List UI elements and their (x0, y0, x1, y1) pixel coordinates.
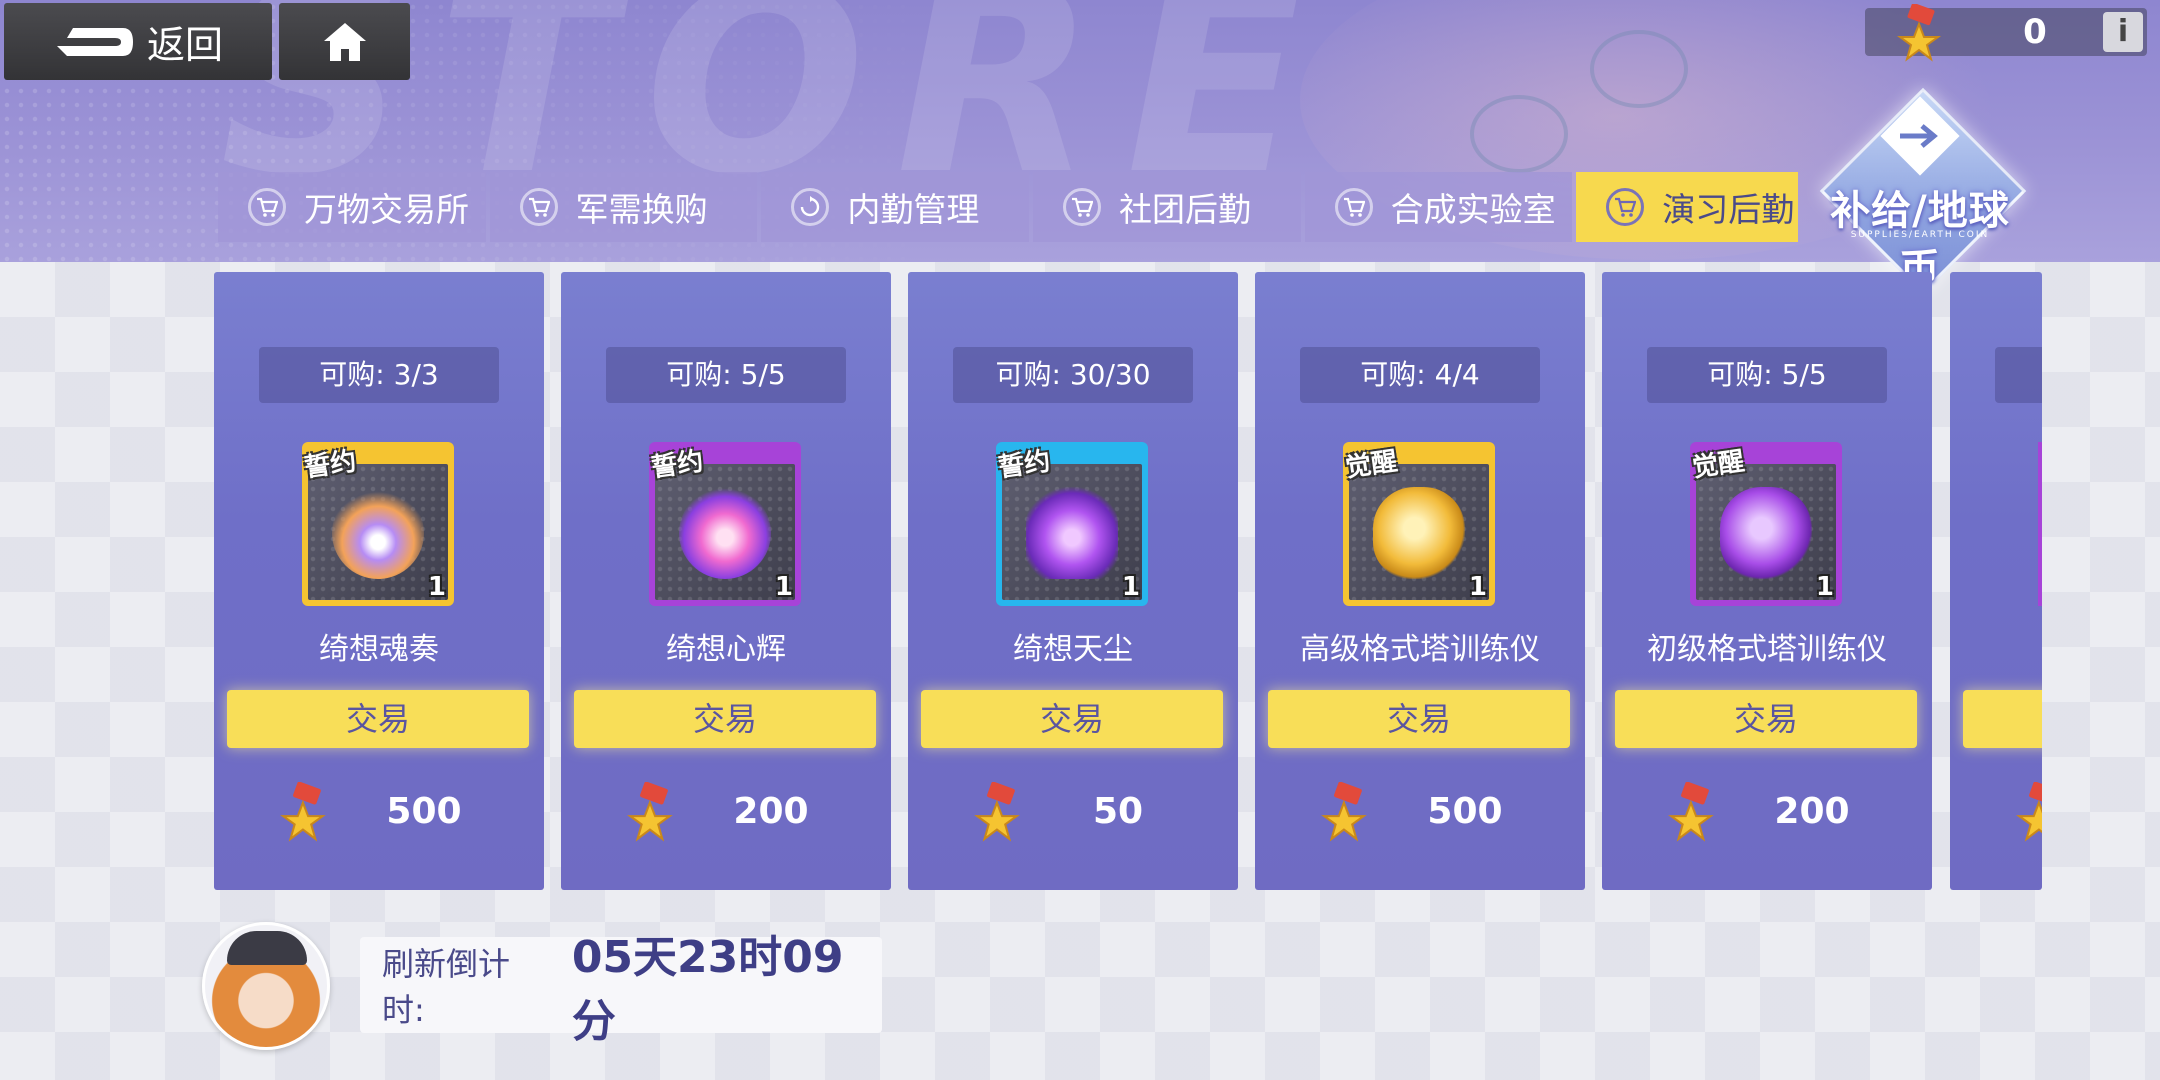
refresh-countdown: 刷新倒计时: 05天23时09分 (360, 932, 882, 1047)
badge-subtitle: SUPPLIES/EARTH COIN (1850, 230, 1990, 240)
purchase-limit: 可购: 30/30 (953, 347, 1193, 403)
tab-all-goods-exchange[interactable]: 万物交易所 (218, 172, 486, 242)
item-name: 绮想天尘 (1013, 632, 1133, 667)
tab-label: 演习后勤 (1662, 190, 1795, 229)
tab-label: 社团后勤 (1118, 190, 1251, 229)
item-tag: 誓约 (302, 446, 359, 484)
medal-icon (1668, 782, 1714, 842)
trade-button[interactable]: 交易 (1615, 690, 1917, 748)
tab-label: 合成实验室 (1390, 190, 1556, 229)
tab-label: 军需换购 (575, 190, 708, 229)
home-button[interactable] (279, 3, 410, 80)
item-name: 绮想心辉 (666, 632, 786, 667)
item-name: 高级格式塔训练仪 (1300, 632, 1540, 667)
purchase-limit: 可购: 3/3 (259, 347, 499, 403)
cart-icon (248, 188, 286, 226)
item-tag: 觉醒 (1690, 446, 1747, 484)
item-price: 50 (1092, 791, 1144, 832)
item-count: 1 (1468, 572, 1487, 602)
purple-trainer-icon (1720, 487, 1812, 579)
trade-button[interactable]: 交易 (574, 690, 876, 748)
tab-synthesis-lab[interactable]: 合成实验室 (1304, 172, 1573, 242)
item-name: 初级格式塔训练仪 (1647, 632, 1887, 667)
purchase-limit: 可购: 5/5 (606, 347, 846, 403)
back-button[interactable]: 返回 (4, 3, 272, 80)
category-tabs: 万物交易所 军需换购 内勤管理 社团后勤 合成实验室 演习后勤 (218, 172, 1798, 242)
purchase-limit: 可购: 4/4 (1300, 347, 1540, 403)
item-icon-frame[interactable]: 誓约 1 (302, 442, 454, 606)
tab-club-logistics[interactable]: 社团后勤 (1032, 172, 1301, 242)
shop-item-card: 可购: 30/30 誓约 1 绮想天尘 交易 50 (908, 272, 1238, 890)
medal-icon (280, 782, 326, 842)
item-price: 200 (733, 791, 809, 832)
back-label: 返回 (146, 23, 223, 67)
back-arrow-icon (56, 27, 133, 56)
stardust-icon (1026, 487, 1118, 579)
shop-item-card-partial (1950, 272, 2042, 890)
trade-button[interactable]: 交易 (1268, 690, 1570, 748)
currency-bar: 0 i (1865, 4, 2147, 62)
purchase-limit: 可购: 5/5 (1647, 347, 1887, 403)
item-icon-frame[interactable]: 觉醒 1 (1343, 442, 1495, 606)
shop-item-card: 可购: 5/5 觉醒 1 初级格式塔训练仪 交易 200 (1602, 272, 1932, 890)
medal-icon (1897, 4, 1942, 62)
trade-button[interactable]: 交易 (227, 690, 529, 748)
trade-button[interactable]: 交易 (921, 690, 1223, 748)
home-icon (323, 22, 366, 61)
tab-label: 万物交易所 (304, 190, 469, 229)
arrow-right-icon (1900, 124, 1938, 148)
trade-button[interactable] (1963, 690, 2042, 748)
item-count: 1 (1121, 572, 1140, 602)
tab-exercise-logistics[interactable]: 演习后勤 (1576, 172, 1798, 242)
item-icon-frame (2038, 442, 2042, 606)
shop-item-card: 可购: 4/4 觉醒 1 高级格式塔训练仪 交易 500 (1255, 272, 1585, 890)
tab-label: 内勤管理 (847, 190, 980, 229)
medal-icon (2016, 782, 2042, 842)
heart-crystal-icon (679, 487, 771, 579)
item-price: 500 (386, 791, 462, 832)
item-tag: 誓约 (996, 446, 1053, 484)
cart-icon (519, 188, 558, 226)
item-count: 1 (774, 572, 793, 602)
item-icon-frame[interactable]: 觉醒 1 (1690, 442, 1842, 606)
cart-icon (1606, 188, 1645, 226)
item-name: 绮想魂奏 (319, 632, 439, 667)
gold-trainer-icon (1373, 487, 1465, 579)
cart-icon (1062, 188, 1101, 226)
shop-item-card: 可购: 3/3 誓约 1 绮想魂奏 交易 500 (214, 272, 544, 890)
shop-item-card: 可购: 5/5 誓约 1 绮想心辉 交易 200 (561, 272, 891, 890)
info-button[interactable]: i (2103, 12, 2143, 52)
refresh-icon (791, 188, 830, 226)
medal-icon (974, 782, 1020, 842)
medal-icon (1321, 782, 1367, 842)
character-eye (1470, 95, 1568, 173)
item-count: 1 (1815, 572, 1834, 602)
item-tag: 誓约 (649, 446, 706, 484)
item-icon-frame[interactable]: 誓约 1 (649, 442, 801, 606)
character-avatar[interactable] (202, 922, 330, 1050)
currency-value: 0 (2023, 12, 2047, 52)
item-icon-frame[interactable]: 誓约 1 (996, 442, 1148, 606)
item-price: 500 (1427, 791, 1503, 832)
purchase-limit (1995, 347, 2042, 403)
medal-icon (627, 782, 673, 842)
item-price: 200 (1774, 791, 1850, 832)
countdown-label: 刷新倒计时: (382, 945, 511, 1029)
tab-military-supplies[interactable]: 军需换购 (489, 172, 758, 242)
item-tag: 觉醒 (1343, 446, 1400, 484)
avatar-hat (227, 931, 307, 965)
soul-flame-icon (332, 487, 424, 579)
cart-icon (1334, 188, 1373, 226)
tab-logistics-management[interactable]: 内勤管理 (761, 172, 1029, 242)
item-count: 1 (427, 572, 446, 602)
character-eye (1590, 30, 1688, 108)
countdown-value: 05天23时09分 (571, 932, 844, 1047)
